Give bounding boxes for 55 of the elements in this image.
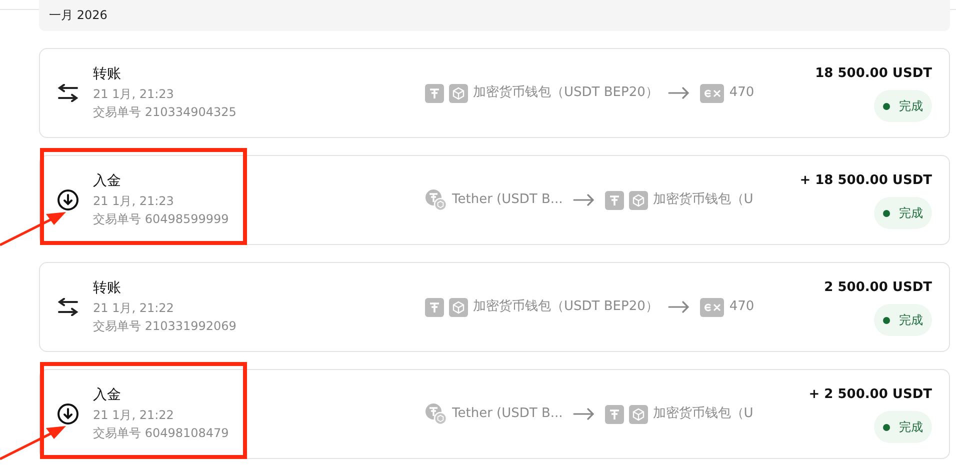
- amount: + 2 500.00 USDT: [808, 386, 932, 404]
- order-number: 交易单号 60498108479: [93, 425, 230, 442]
- transaction-card[interactable]: 转账 21 1月, 21:22 交易单号 210331992069 加密货币钱包（USDT BEP20） 470 2 500.00 USDT 完成: [39, 262, 950, 352]
- account-label: 加密货币钱包（U: [652, 405, 754, 424]
- account-label: 加密货币钱包（USDT BEP20）: [473, 298, 658, 316]
- transaction-card[interactable]: 入金 21 1月, 21:22 交易单号 60498108479 Tether (USDT B... 加密货币钱包（U + 2 500.00 USDT 完成: [39, 369, 950, 459]
- transaction-time: 21 1月, 21:23: [93, 86, 175, 103]
- month-header: 一月 2026: [39, 0, 950, 31]
- transaction-card[interactable]: 入金 21 1月, 21:23 交易单号 60498599999 Tether (USDT B... 加密货币钱包（U + 18 500.00 USDT 完成: [39, 155, 950, 245]
- account-label: 470: [729, 84, 754, 102]
- account-label: 加密货币钱包（USDT BEP20）: [473, 84, 658, 102]
- cube-icon: [449, 298, 468, 316]
- account-label: 加密货币钱包（U: [652, 191, 754, 210]
- swap-arrows-icon: [57, 84, 79, 102]
- right-arrow-icon: [572, 194, 595, 206]
- status-badge: 完成: [874, 90, 932, 122]
- account-label: Tether (USDT B...: [452, 405, 563, 424]
- swap-arrows-icon: [57, 298, 79, 316]
- right-arrow-icon: [572, 408, 595, 420]
- transaction-time: 21 1月, 21:22: [93, 300, 175, 317]
- transaction-time: 21 1月, 21:22: [93, 407, 175, 424]
- amount: 18 500.00 USDT: [815, 64, 932, 83]
- tether-icon: [604, 190, 624, 210]
- status-badge: 完成: [874, 197, 932, 230]
- exchange-logo-icon: [700, 84, 724, 102]
- coin-icon: [425, 403, 447, 425]
- annotation-arrow-icon: [0, 425, 68, 461]
- download-circle-icon: [57, 189, 79, 211]
- exchange-logo-icon: [700, 298, 724, 316]
- transaction-type: 入金: [93, 172, 122, 190]
- account-label: Tether (USDT B...: [452, 191, 563, 210]
- order-number: 交易单号 210331992069: [93, 318, 238, 335]
- status-badge: 完成: [874, 304, 932, 336]
- amount: 2 500.00 USDT: [824, 278, 932, 297]
- transaction-type: 入金: [93, 386, 122, 404]
- status-badge: 完成: [874, 411, 932, 444]
- coin-icon: [425, 189, 447, 211]
- order-number: 交易单号 210334904325: [93, 104, 238, 121]
- account-label: 470: [729, 298, 754, 316]
- right-arrow-icon: [668, 87, 690, 99]
- tether-icon: [604, 404, 624, 424]
- annotation-arrow-icon: [0, 211, 68, 247]
- tether-icon: [425, 84, 444, 102]
- transaction-type: 转账: [93, 279, 122, 297]
- right-arrow-icon: [668, 301, 690, 313]
- transaction-time: 21 1月, 21:23: [93, 193, 175, 210]
- order-number: 交易单号 60498599999: [93, 211, 230, 228]
- download-circle-icon: [57, 403, 79, 425]
- transaction-card[interactable]: 转账 21 1月, 21:23 交易单号 210334904325 加密货币钱包（USDT BEP20） 470 18 500.00 USDT 完成: [39, 48, 950, 138]
- amount: + 18 500.00 USDT: [800, 172, 932, 190]
- cube-icon: [628, 404, 648, 424]
- cube-icon: [628, 190, 648, 210]
- tether-icon: [425, 298, 444, 316]
- transaction-type: 转账: [93, 65, 122, 83]
- cube-icon: [449, 84, 468, 102]
